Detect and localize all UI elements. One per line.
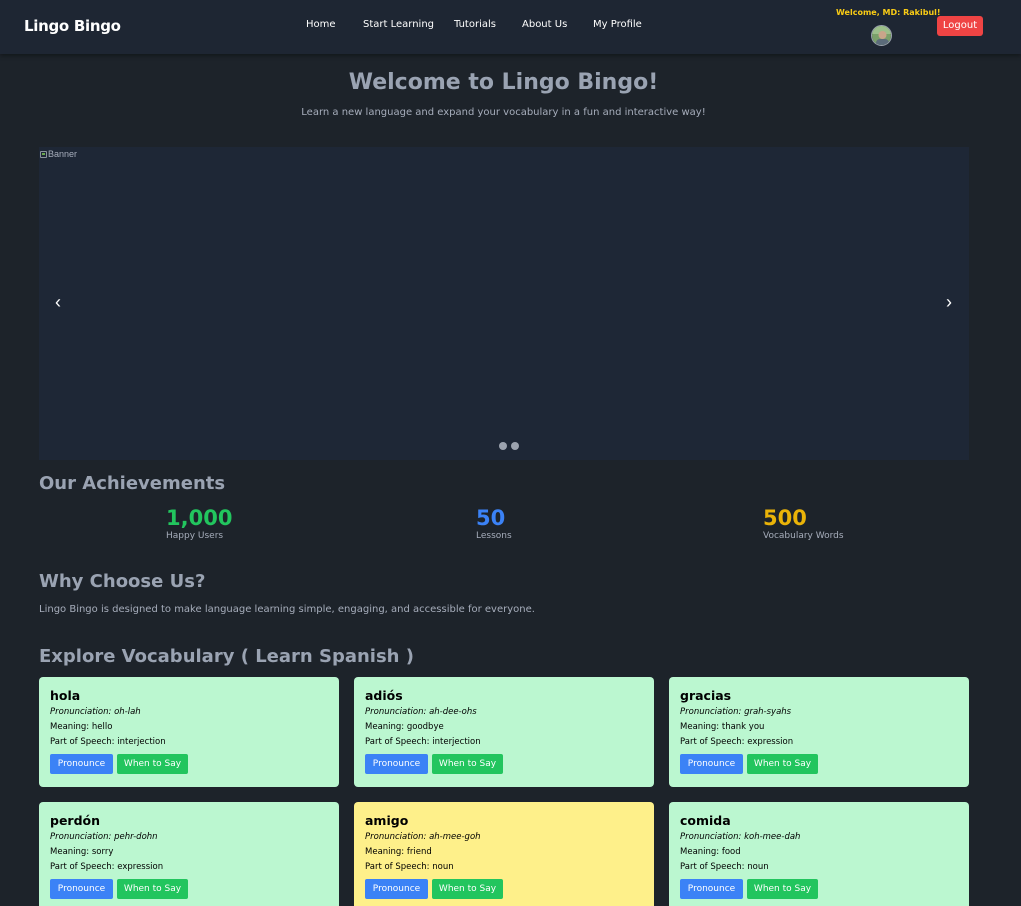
vocab-word: adiós bbox=[365, 688, 403, 703]
vocab-part-of-speech: Part of Speech: expression bbox=[50, 862, 164, 872]
vocab-word: hola bbox=[50, 688, 81, 703]
avatar[interactable] bbox=[871, 25, 892, 46]
broken-image-icon bbox=[40, 150, 47, 158]
chevron-right-icon: › bbox=[946, 292, 952, 312]
nav-tutorials[interactable]: Tutorials bbox=[454, 19, 496, 30]
logout-button[interactable]: Logout bbox=[937, 16, 983, 36]
vocab-pronunciation: Pronunciation: ah-mee-goh bbox=[365, 832, 481, 842]
vocab-card: comida Pronunciation: koh-mee-dah Meanin… bbox=[669, 802, 969, 906]
why-choose-us-text: Lingo Bingo is designed to make language… bbox=[39, 604, 535, 615]
pronounce-button[interactable]: Pronounce bbox=[365, 879, 428, 899]
vocab-word: amigo bbox=[365, 813, 409, 828]
hero-subtitle: Learn a new language and expand your voc… bbox=[301, 107, 706, 118]
vocab-word: comida bbox=[680, 813, 731, 828]
carousel-next-button[interactable]: › bbox=[936, 290, 962, 316]
stat-label: Lessons bbox=[476, 531, 512, 541]
chevron-left-icon: ‹ bbox=[55, 292, 61, 312]
when-to-say-button[interactable]: When to Say bbox=[432, 879, 503, 899]
stat-value: 50 bbox=[476, 506, 506, 530]
pronounce-button[interactable]: Pronounce bbox=[50, 879, 113, 899]
vocab-card: gracias Pronunciation: grah-syahs Meanin… bbox=[669, 677, 969, 787]
vocab-pronunciation: Pronunciation: ah-dee-ohs bbox=[365, 707, 477, 717]
vocab-card: amigo Pronunciation: ah-mee-goh Meaning:… bbox=[354, 802, 654, 906]
carousel-prev-button[interactable]: ‹ bbox=[45, 290, 71, 316]
when-to-say-button[interactable]: When to Say bbox=[747, 754, 818, 774]
nav-links: Home Start Learning Tutorials About Us M… bbox=[0, 19, 1021, 33]
vocab-word: gracias bbox=[680, 688, 732, 703]
page-title: Welcome to Lingo Bingo! bbox=[348, 70, 659, 95]
pronounce-button[interactable]: Pronounce bbox=[365, 754, 428, 774]
stat-label: Vocabulary Words bbox=[763, 531, 844, 541]
navbar: Lingo Bingo Home Start Learning Tutorial… bbox=[0, 0, 1021, 54]
vocab-part-of-speech: Part of Speech: noun bbox=[365, 862, 454, 872]
carousel-dot[interactable] bbox=[511, 442, 519, 450]
vocab-pronunciation: Pronunciation: oh-lah bbox=[50, 707, 141, 717]
vocab-part-of-speech: Part of Speech: noun bbox=[680, 862, 769, 872]
nav-home[interactable]: Home bbox=[306, 19, 336, 30]
achievements-heading: Our Achievements bbox=[39, 473, 226, 494]
vocab-meaning: Meaning: food bbox=[680, 847, 741, 857]
vocab-meaning: Meaning: sorry bbox=[50, 847, 114, 857]
vocab-card: perdón Pronunciation: pehr-dohn Meaning:… bbox=[39, 802, 339, 906]
when-to-say-button[interactable]: When to Say bbox=[432, 754, 503, 774]
why-choose-us-heading: Why Choose Us? bbox=[39, 571, 206, 592]
vocab-card: adiós Pronunciation: ah-dee-ohs Meaning:… bbox=[354, 677, 654, 787]
vocab-part-of-speech: Part of Speech: interjection bbox=[50, 737, 166, 747]
vocab-part-of-speech: Part of Speech: interjection bbox=[365, 737, 481, 747]
vocabulary-heading: Explore Vocabulary ( Learn Spanish ) bbox=[39, 646, 414, 667]
banner-image: Banner bbox=[40, 149, 77, 159]
carousel-dot[interactable] bbox=[499, 442, 507, 450]
vocab-pronunciation: Pronunciation: koh-mee-dah bbox=[680, 832, 801, 842]
nav-my-profile[interactable]: My Profile bbox=[593, 19, 642, 30]
vocab-word: perdón bbox=[50, 813, 101, 828]
nav-start-learning[interactable]: Start Learning bbox=[363, 19, 434, 30]
vocab-pronunciation: Pronunciation: pehr-dohn bbox=[50, 832, 158, 842]
vocab-pronunciation: Pronunciation: grah-syahs bbox=[680, 707, 792, 717]
vocab-meaning: Meaning: goodbye bbox=[365, 722, 444, 732]
vocab-meaning: Meaning: friend bbox=[365, 847, 432, 857]
stat-value: 1,000 bbox=[166, 506, 233, 530]
stat-vocabulary-words: 500 Vocabulary Words bbox=[763, 505, 844, 541]
when-to-say-button[interactable]: When to Say bbox=[117, 754, 188, 774]
when-to-say-button[interactable]: When to Say bbox=[117, 879, 188, 899]
when-to-say-button[interactable]: When to Say bbox=[747, 879, 818, 899]
pronounce-button[interactable]: Pronounce bbox=[680, 879, 743, 899]
pronounce-button[interactable]: Pronounce bbox=[50, 754, 113, 774]
stat-label: Happy Users bbox=[166, 531, 224, 541]
pronounce-button[interactable]: Pronounce bbox=[680, 754, 743, 774]
vocab-part-of-speech: Part of Speech: expression bbox=[680, 737, 794, 747]
vocab-meaning: Meaning: hello bbox=[50, 722, 113, 732]
stat-lessons: 50 Lessons bbox=[476, 505, 512, 541]
banner-alt-text: Banner bbox=[48, 149, 78, 159]
stat-happy-users: 1,000 Happy Users bbox=[166, 505, 232, 541]
stat-value: 500 bbox=[763, 506, 807, 530]
vocab-meaning: Meaning: thank you bbox=[680, 722, 765, 732]
banner-carousel: Banner ‹ › bbox=[39, 147, 969, 460]
welcome-user-text: Welcome, MD: Rakibul! bbox=[836, 8, 941, 17]
nav-about-us[interactable]: About Us bbox=[522, 19, 567, 30]
vocab-card: hola Pronunciation: oh-lah Meaning: hell… bbox=[39, 677, 339, 787]
carousel-pagination bbox=[499, 442, 519, 450]
